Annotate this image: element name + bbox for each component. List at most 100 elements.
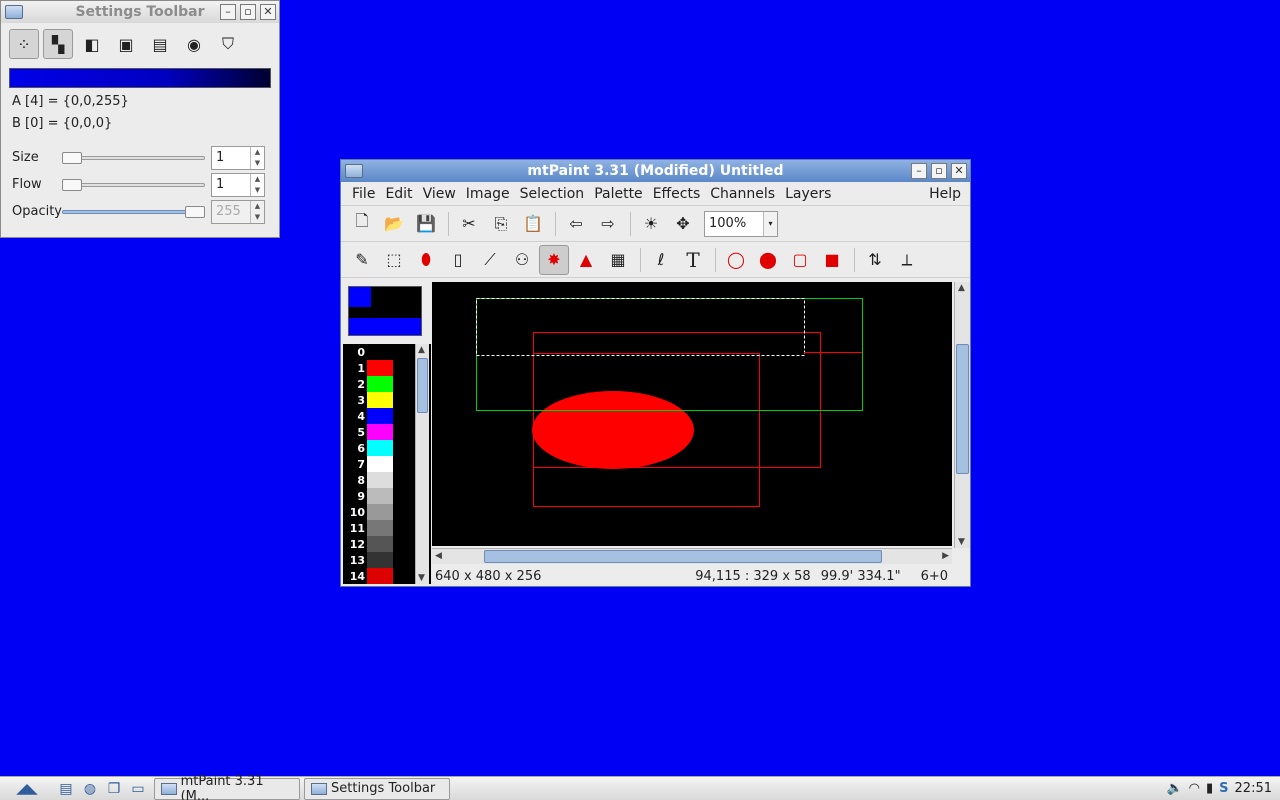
blend-mode-icon[interactable]: ▤ <box>145 29 175 59</box>
minimize-button[interactable]: – <box>220 4 236 20</box>
palette-scroll-thumb[interactable] <box>417 358 428 413</box>
flip-horizontal-icon[interactable]: ⟂ <box>892 245 922 275</box>
lasso-icon[interactable]: ℓ <box>646 245 676 275</box>
scroll-left-icon[interactable]: ◀ <box>435 551 442 561</box>
scroll-up-icon[interactable]: ▲ <box>418 345 425 355</box>
text-icon[interactable]: T <box>678 245 708 275</box>
line-icon[interactable]: ▯ <box>443 245 473 275</box>
shield-icon[interactable]: ⛉ <box>213 29 243 59</box>
scroll-down-icon[interactable]: ▼ <box>958 537 965 547</box>
menu-view[interactable]: View <box>418 186 461 202</box>
size-value[interactable]: 1 <box>212 147 250 169</box>
fill-bucket-icon[interactable]: ⬮ <box>411 245 441 275</box>
sun-icon[interactable]: ☀ <box>636 209 666 239</box>
color-wheel-icon[interactable]: ◉ <box>179 29 209 59</box>
minimize-button[interactable]: – <box>911 163 927 179</box>
spin-up-icon[interactable]: ▲ <box>251 174 264 185</box>
image-preview-thumbnail[interactable] <box>348 286 422 336</box>
flow-value[interactable]: 1 <box>212 174 250 196</box>
image-canvas[interactable] <box>432 282 952 546</box>
new-file-icon[interactable]: 🗋 <box>347 209 377 239</box>
palette-scrollbar[interactable]: ▲ ▼ <box>415 344 429 584</box>
menu-help[interactable]: Help <box>924 186 966 202</box>
gradient-tool-icon[interactable]: ▦ <box>603 245 633 275</box>
opacity-slider[interactable] <box>62 205 205 219</box>
zoom-value[interactable]: 100% <box>705 216 763 231</box>
palette-swatch[interactable] <box>367 520 393 536</box>
undo-icon[interactable]: ⇦ <box>561 209 591 239</box>
redo-icon[interactable]: ⇨ <box>593 209 623 239</box>
palette-swatch[interactable] <box>367 456 393 472</box>
spin-down-icon[interactable]: ▼ <box>251 185 264 196</box>
size-spinner[interactable]: 1 ▲ ▼ <box>211 145 265 170</box>
scroll-up-icon[interactable]: ▲ <box>958 283 965 293</box>
palette-swatch[interactable] <box>367 488 393 504</box>
close-button[interactable]: ✕ <box>260 4 276 20</box>
pencil-icon[interactable]: ✎ <box>347 245 377 275</box>
pattern-icon[interactable]: ▚ <box>43 29 73 59</box>
volume-icon[interactable]: 🔈 <box>1166 781 1182 796</box>
palette-swatch[interactable] <box>367 504 393 520</box>
move-arrows-icon[interactable]: ✥ <box>668 209 698 239</box>
menu-file[interactable]: File <box>347 186 380 202</box>
palette-swatch[interactable] <box>367 392 393 408</box>
cut-icon[interactable]: ✂ <box>454 209 484 239</box>
ellipse-fill-icon[interactable]: ⬤ <box>753 245 783 275</box>
horizontal-scroll-thumb[interactable] <box>484 550 882 563</box>
task-settings-toolbar[interactable]: Settings Toolbar <box>304 777 450 800</box>
browser-icon[interactable]: ◍ <box>78 779 102 799</box>
flow-slider[interactable] <box>62 178 205 192</box>
wifi-icon[interactable]: ◠ <box>1189 781 1200 796</box>
palette-swatch[interactable] <box>367 424 393 440</box>
menu-selection[interactable]: Selection <box>515 186 590 202</box>
save-icon[interactable]: 💾 <box>411 209 441 239</box>
canvas-vertical-scrollbar[interactable]: ▲ ▼ <box>954 282 970 548</box>
flood-fill-icon[interactable]: ▲ <box>571 245 601 275</box>
palette-swatch[interactable] <box>367 440 393 456</box>
main-titlebar[interactable]: mtPaint 3.31 (Modified) Untitled – ▫ ✕ <box>341 160 970 182</box>
windows-icon[interactable]: ❐ <box>102 779 126 799</box>
chevron-down-icon[interactable]: ▾ <box>763 211 777 236</box>
maximize-button[interactable]: ▫ <box>931 163 947 179</box>
paint-brush-icon[interactable]: ✸ <box>539 244 569 275</box>
palette-swatch[interactable] <box>367 360 393 376</box>
menu-palette[interactable]: Palette <box>589 186 648 202</box>
mask-icon[interactable]: ▣ <box>111 29 141 59</box>
ellipse-outline-icon[interactable]: ◯ <box>721 245 751 275</box>
open-folder-icon[interactable]: 📂 <box>379 209 409 239</box>
start-menu-icon[interactable]: ◢◣ <box>0 779 54 799</box>
file-manager-icon[interactable]: ▤ <box>54 779 78 799</box>
scroll-right-icon[interactable]: ▶ <box>942 551 949 561</box>
brush-settings-icon[interactable]: ⁘ <box>9 29 39 59</box>
smudge-icon[interactable]: ⟋ <box>475 245 505 275</box>
clock[interactable]: 22:51 <box>1235 781 1272 796</box>
palette-swatch[interactable] <box>367 536 393 552</box>
menu-channels[interactable]: Channels <box>705 186 780 202</box>
select-icon[interactable]: ⬚ <box>379 245 409 275</box>
close-button[interactable]: ✕ <box>951 163 967 179</box>
paste-icon[interactable]: 📋 <box>518 209 548 239</box>
menu-edit[interactable]: Edit <box>380 186 417 202</box>
spin-up-icon[interactable]: ▲ <box>251 147 264 158</box>
desktop-icon[interactable]: ▭ <box>126 779 150 799</box>
app-tray-icon[interactable]: S <box>1219 781 1228 796</box>
spin-down-icon[interactable]: ▼ <box>251 158 264 169</box>
palette-swatch[interactable] <box>367 344 393 360</box>
menu-layers[interactable]: Layers <box>780 186 836 202</box>
clone-icon[interactable]: ⚇ <box>507 245 537 275</box>
vertical-scroll-thumb[interactable] <box>956 344 969 474</box>
battery-icon[interactable]: ▮ <box>1206 781 1213 796</box>
gradient-icon[interactable]: ◧ <box>77 29 107 59</box>
palette-swatch[interactable] <box>367 376 393 392</box>
color-gradient-bar[interactable] <box>9 68 271 88</box>
flow-spinner[interactable]: 1 ▲ ▼ <box>211 172 265 197</box>
canvas-horizontal-scrollbar[interactable]: ◀ ▶ <box>432 548 952 564</box>
rect-outline-icon[interactable]: ▢ <box>785 245 815 275</box>
rect-fill-icon[interactable]: ■ <box>817 245 847 275</box>
menu-effects[interactable]: Effects <box>648 186 706 202</box>
task-mtpaint[interactable]: mtPaint 3.31 (M... <box>154 774 300 800</box>
flip-vertical-icon[interactable]: ⇅ <box>860 245 890 275</box>
zoom-combo[interactable]: 100% ▾ <box>704 210 778 237</box>
menu-image[interactable]: Image <box>461 186 515 202</box>
settings-titlebar[interactable]: Settings Toolbar – ▫ ✕ <box>1 1 279 23</box>
